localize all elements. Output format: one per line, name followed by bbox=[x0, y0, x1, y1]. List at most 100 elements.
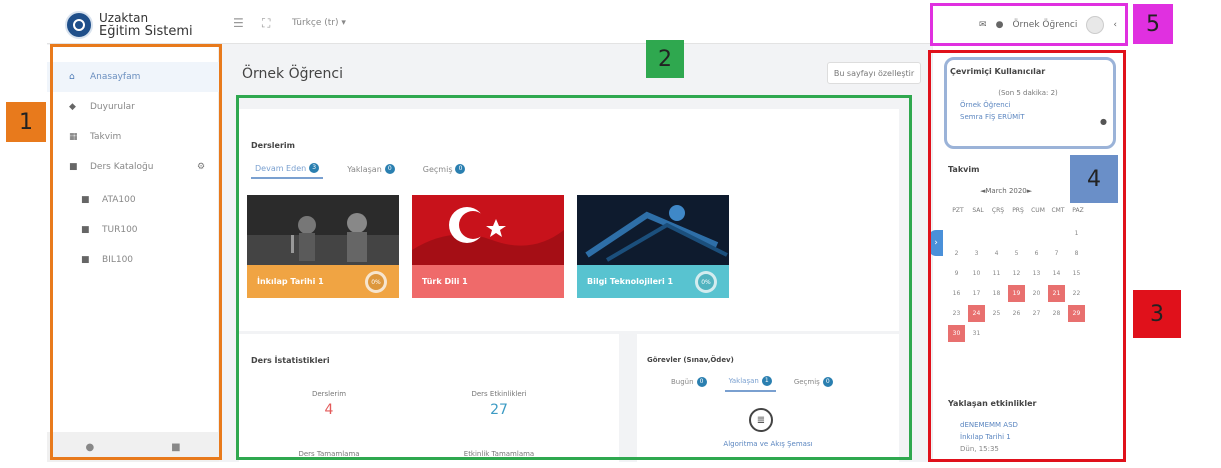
calendar-icon: ▦ bbox=[69, 132, 78, 142]
calendar-day[interactable]: 18 bbox=[988, 285, 1005, 302]
calendar-day[interactable]: 31 bbox=[968, 325, 985, 342]
tab-upcoming-tasks[interactable]: Yaklaşan 1 bbox=[724, 372, 776, 392]
brand-line1: Uzaktan bbox=[99, 11, 149, 25]
sidebar-item-label: Anasayfam bbox=[90, 72, 141, 82]
calendar-weekdays: PZT SAL ÇRŞ PRŞ CUM CMT PAZ bbox=[948, 207, 1088, 214]
calendar-day[interactable]: 26 bbox=[1008, 305, 1025, 322]
sidebar: ⌂ Anasayfam ◆ Duyurular ▦ Takvim ■ Ders … bbox=[47, 45, 219, 462]
sidebar-item-ata100[interactable]: ■ ATA100 bbox=[47, 185, 219, 215]
calendar-day[interactable]: 4 bbox=[988, 245, 1005, 262]
tasks-title: Görevler (Sınav,Ödev) bbox=[647, 356, 734, 364]
customize-page-button[interactable]: Bu sayfayı özelleştir bbox=[827, 62, 921, 84]
message-icon[interactable]: ● bbox=[1100, 117, 1107, 126]
tab-today[interactable]: Bugün 0 bbox=[667, 372, 711, 392]
course-name: Türk Dili 1 bbox=[422, 277, 468, 286]
calendar-day[interactable]: 11 bbox=[988, 265, 1005, 282]
calendar-day[interactable]: 15 bbox=[1068, 265, 1085, 282]
calendar-day[interactable]: 7 bbox=[1048, 245, 1065, 262]
gear-icon[interactable]: ⚙ bbox=[197, 162, 205, 172]
language-selector[interactable]: Türkçe (tr) ▾ bbox=[292, 18, 346, 28]
course-name: Bilgi Teknolojileri 1 bbox=[587, 277, 674, 286]
annotation-label-4: 4 bbox=[1070, 155, 1118, 203]
progress-circle: 0% bbox=[695, 271, 717, 293]
page-title: Örnek Öğrenci bbox=[242, 66, 344, 82]
calendar-day[interactable]: 27 bbox=[1028, 305, 1045, 322]
tab-upcoming[interactable]: Yaklaşan 0 bbox=[343, 159, 399, 179]
mail-icon[interactable]: ✉ bbox=[979, 20, 987, 30]
calendar-day[interactable]: 21 bbox=[1048, 285, 1065, 302]
calendar-grid: 1 2 3 4 5 6 7 8 9 10 11 12 13 14 15 16 17 18 19 20 21 22 23 24 2… bbox=[948, 225, 1088, 345]
calendar-month[interactable]: ◄March 2020► bbox=[980, 187, 1032, 195]
calendar-empty-cell bbox=[1048, 225, 1065, 242]
calendar-day[interactable]: 29 bbox=[1068, 305, 1085, 322]
calendar-day[interactable]: 24 bbox=[968, 305, 985, 322]
chevron-left-icon[interactable]: ‹ bbox=[1113, 20, 1117, 30]
calendar-day[interactable]: 3 bbox=[968, 245, 985, 262]
calendar-day[interactable]: 25 bbox=[988, 305, 1005, 322]
online-user[interactable]: Örnek Öğrenci bbox=[960, 101, 1011, 109]
calendar-day[interactable]: 9 bbox=[948, 265, 965, 282]
brand[interactable]: Uzaktan Eğitim Sistemi bbox=[47, 6, 215, 44]
calendar-day[interactable]: 23 bbox=[948, 305, 965, 322]
sidebar-item-bil100[interactable]: ■ BIL100 bbox=[47, 245, 219, 275]
tab-count-badge: 0 bbox=[384, 164, 395, 174]
app-window: Uzaktan Eğitim Sistemi ☰ ⛶ Türkçe (tr) ▾… bbox=[47, 6, 1127, 462]
annotation-label-1: 1 bbox=[6, 102, 46, 142]
course-tabs: Devam Eden 3 Yaklaşan 0 Geçmiş 0 bbox=[251, 159, 469, 179]
course-image-history bbox=[247, 195, 399, 265]
calendar-day[interactable]: 19 bbox=[1008, 285, 1025, 302]
calendar-day[interactable]: 6 bbox=[1028, 245, 1045, 262]
fullscreen-icon[interactable]: ⛶ bbox=[262, 16, 270, 31]
calendar-day[interactable]: 10 bbox=[968, 265, 985, 282]
calendar-day[interactable]: 22 bbox=[1068, 285, 1085, 302]
sidebar-item-home[interactable]: ⌂ Anasayfam bbox=[47, 62, 219, 92]
calendar-day[interactable]: 16 bbox=[948, 285, 965, 302]
event-course[interactable]: İnkılap Tarihi 1 bbox=[960, 433, 1011, 441]
tab-count-badge: 3 bbox=[309, 163, 320, 173]
sidebar-item-catalog[interactable]: ■ Ders Kataloğu ⚙ bbox=[47, 152, 219, 182]
event-name[interactable]: dENEMEMM ASD bbox=[960, 421, 1018, 429]
course-card-turkish[interactable]: Türk Dili 1 bbox=[412, 195, 564, 298]
calendar-day[interactable]: 14 bbox=[1048, 265, 1065, 282]
sidebar-item-calendar[interactable]: ▦ Takvim bbox=[47, 122, 219, 152]
calendar-day[interactable]: 17 bbox=[968, 285, 985, 302]
tab-count-badge: 0 bbox=[696, 377, 707, 387]
menu-icon[interactable]: ☰ bbox=[233, 16, 244, 30]
calendar-empty-cell bbox=[988, 225, 1005, 242]
calendar-weekday: ÇRŞ bbox=[991, 207, 1005, 214]
avatar[interactable] bbox=[1086, 16, 1105, 34]
user-menu: ✉ ● Örnek Öğrenci ‹ bbox=[979, 12, 1117, 38]
sidebar-footer: ● ■ bbox=[47, 432, 219, 462]
tab-past-tasks[interactable]: Geçmiş 0 bbox=[790, 372, 837, 392]
home-icon: ⌂ bbox=[69, 72, 75, 82]
brand-line2: Eğitim Sistemi bbox=[99, 24, 193, 39]
calendar-day[interactable]: 28 bbox=[1048, 305, 1065, 322]
calendar-day[interactable]: 5 bbox=[1008, 245, 1025, 262]
online-user[interactable]: Semra FİŞ ERÜMİT bbox=[960, 113, 1025, 121]
tab-past[interactable]: Geçmiş 0 bbox=[419, 159, 470, 179]
drawer-toggle-button[interactable]: › bbox=[929, 230, 943, 256]
course-name: İnkılap Tarihi 1 bbox=[257, 277, 324, 286]
chat-icon[interactable]: ● bbox=[85, 442, 94, 453]
task-link[interactable]: Algoritma ve Akış Şeması bbox=[637, 440, 899, 448]
course-card-history[interactable]: İnkılap Tarihi 1 0% bbox=[247, 195, 399, 298]
user-name[interactable]: Örnek Öğrenci bbox=[1012, 20, 1077, 30]
bell-icon[interactable]: ● bbox=[996, 20, 1004, 30]
assignment-icon: ≣ bbox=[749, 408, 773, 432]
sidebar-item-announcements[interactable]: ◆ Duyurular bbox=[47, 92, 219, 122]
calendar-day[interactable]: 8 bbox=[1068, 245, 1085, 262]
catalog-footer-icon[interactable]: ■ bbox=[171, 442, 180, 453]
sidebar-item-tur100[interactable]: ■ TUR100 bbox=[47, 215, 219, 245]
calendar-day[interactable]: 2 bbox=[948, 245, 965, 262]
tab-in-progress[interactable]: Devam Eden 3 bbox=[251, 159, 324, 179]
online-users-count: (Son 5 dakika: 2) bbox=[998, 89, 1058, 97]
calendar-day[interactable]: 1 bbox=[1068, 225, 1085, 242]
stats-title: Ders İstatistikleri bbox=[251, 356, 330, 365]
annotation-label-2: 2 bbox=[646, 40, 684, 78]
course-card-it[interactable]: Bilgi Teknolojileri 1 0% bbox=[577, 195, 729, 298]
calendar-day[interactable]: 12 bbox=[1008, 265, 1025, 282]
calendar-day[interactable]: 20 bbox=[1028, 285, 1045, 302]
sidebar-item-label: TUR100 bbox=[102, 225, 138, 235]
calendar-day[interactable]: 30 bbox=[948, 325, 965, 342]
calendar-day[interactable]: 13 bbox=[1028, 265, 1045, 282]
